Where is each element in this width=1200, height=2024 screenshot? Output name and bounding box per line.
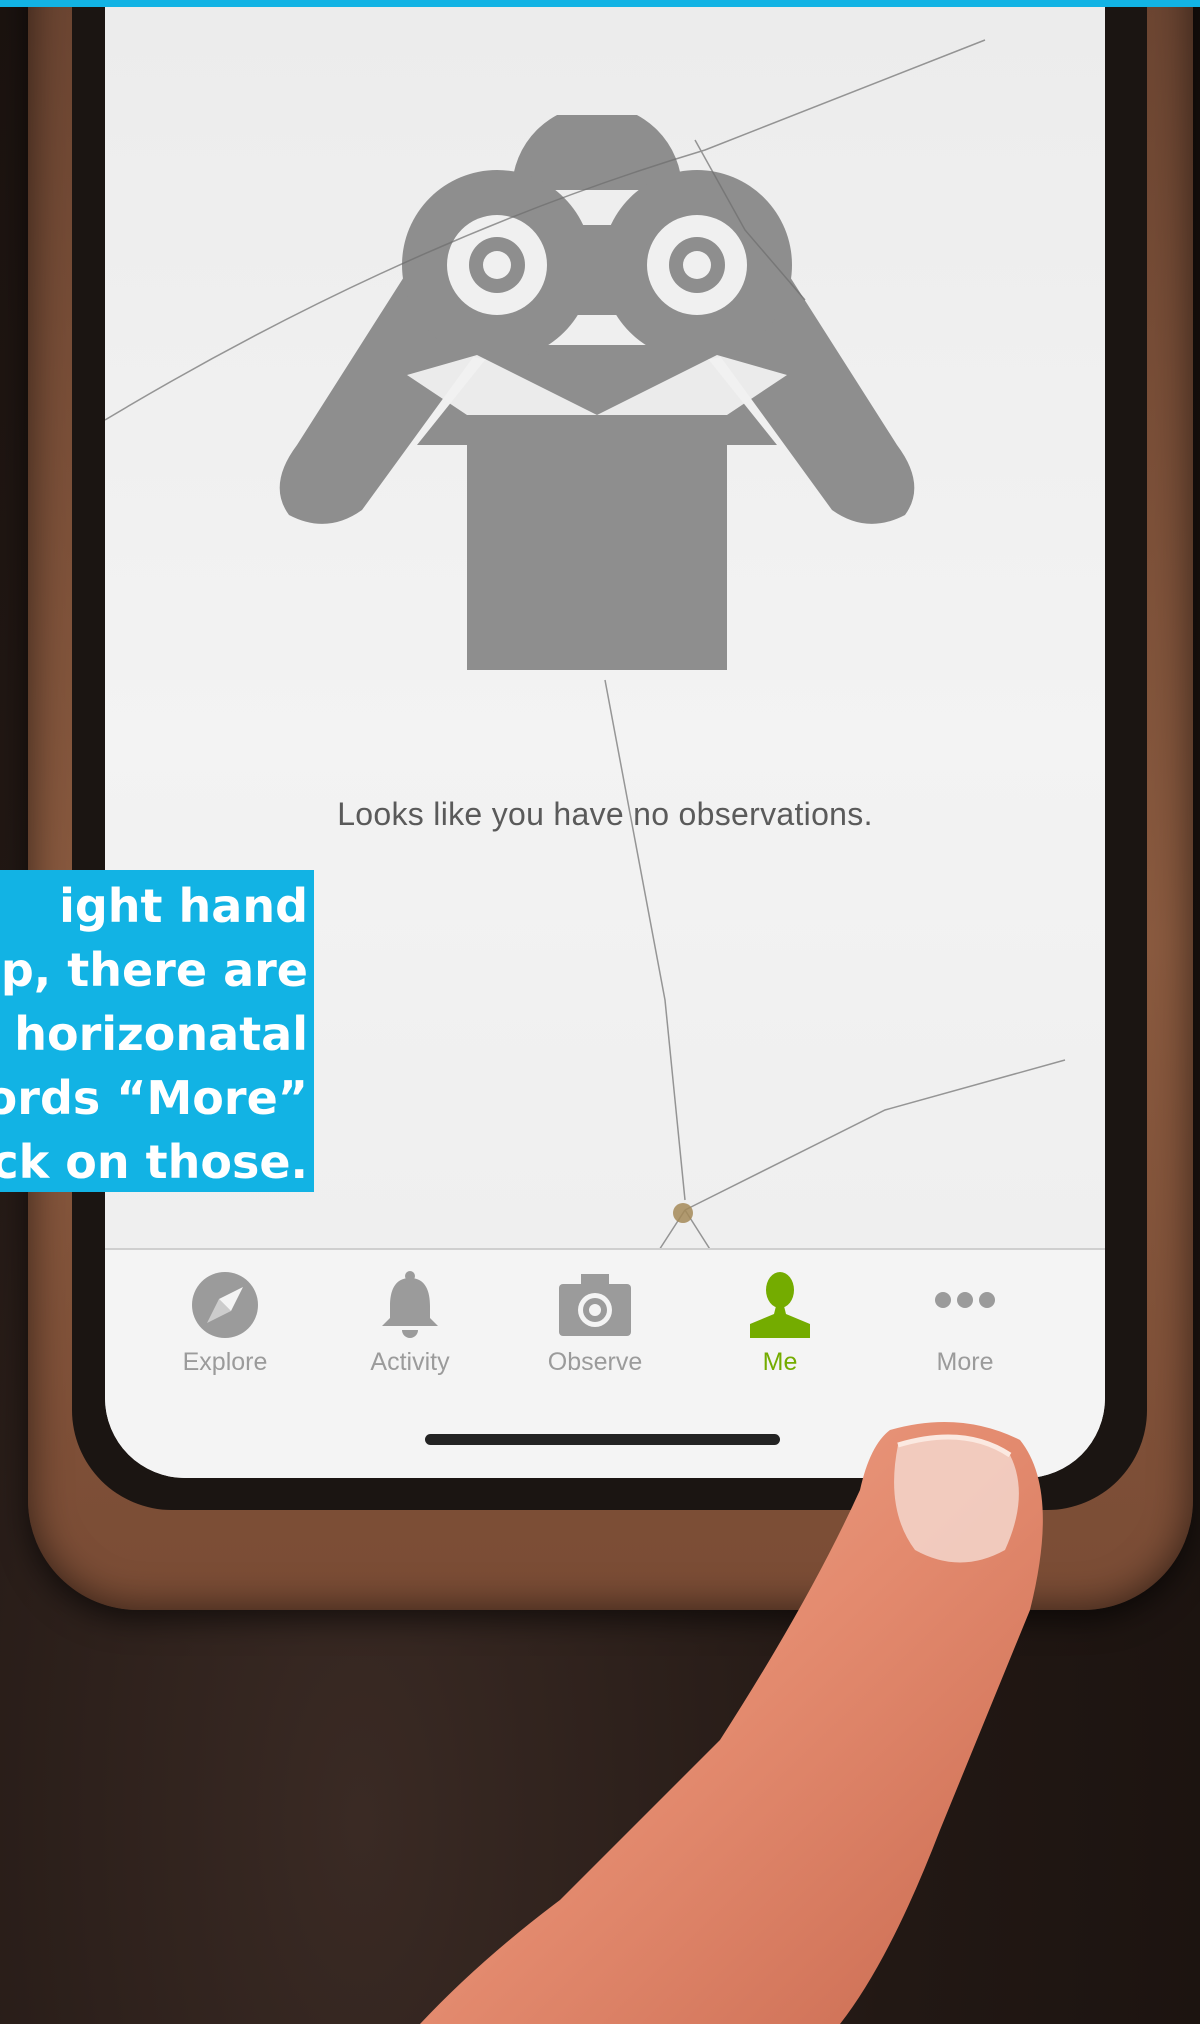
- caption-line: ords “More”: [0, 1071, 308, 1125]
- person-icon: [750, 1272, 810, 1338]
- tab-label-more: More: [936, 1348, 994, 1376]
- top-accent-bar: [0, 0, 1200, 7]
- empty-state-message: Looks like you have no observations.: [337, 796, 873, 832]
- tab-activity[interactable]: Activity: [330, 1270, 490, 1390]
- compass-icon: [192, 1272, 258, 1338]
- three-dots-icon: [935, 1292, 995, 1308]
- bell-icon: [382, 1271, 438, 1338]
- caption-line: p, there are: [0, 943, 308, 997]
- binoculars-person-icon: [279, 115, 915, 670]
- tab-label-me: Me: [762, 1348, 798, 1376]
- tab-explore[interactable]: Explore: [145, 1270, 305, 1390]
- phone-screen: Looks like you have no observations. Exp…: [105, 0, 1105, 1478]
- caption-line: ight hand: [59, 879, 308, 933]
- tab-label-explore: Explore: [182, 1348, 268, 1376]
- tab-label-activity: Activity: [370, 1348, 450, 1376]
- instruction-caption: ight hand p, there are horizonatal ords …: [0, 870, 314, 1192]
- camera-icon: [559, 1274, 631, 1336]
- caption-line: ck on those.: [0, 1135, 308, 1189]
- pointing-finger: [420, 1422, 1043, 2024]
- tab-me[interactable]: Me: [700, 1270, 860, 1390]
- caption-line: horizonatal: [14, 1007, 308, 1061]
- tab-more[interactable]: More: [885, 1270, 1045, 1390]
- tab-label-observe: Observe: [547, 1348, 643, 1376]
- tab-observe[interactable]: Observe: [515, 1270, 675, 1390]
